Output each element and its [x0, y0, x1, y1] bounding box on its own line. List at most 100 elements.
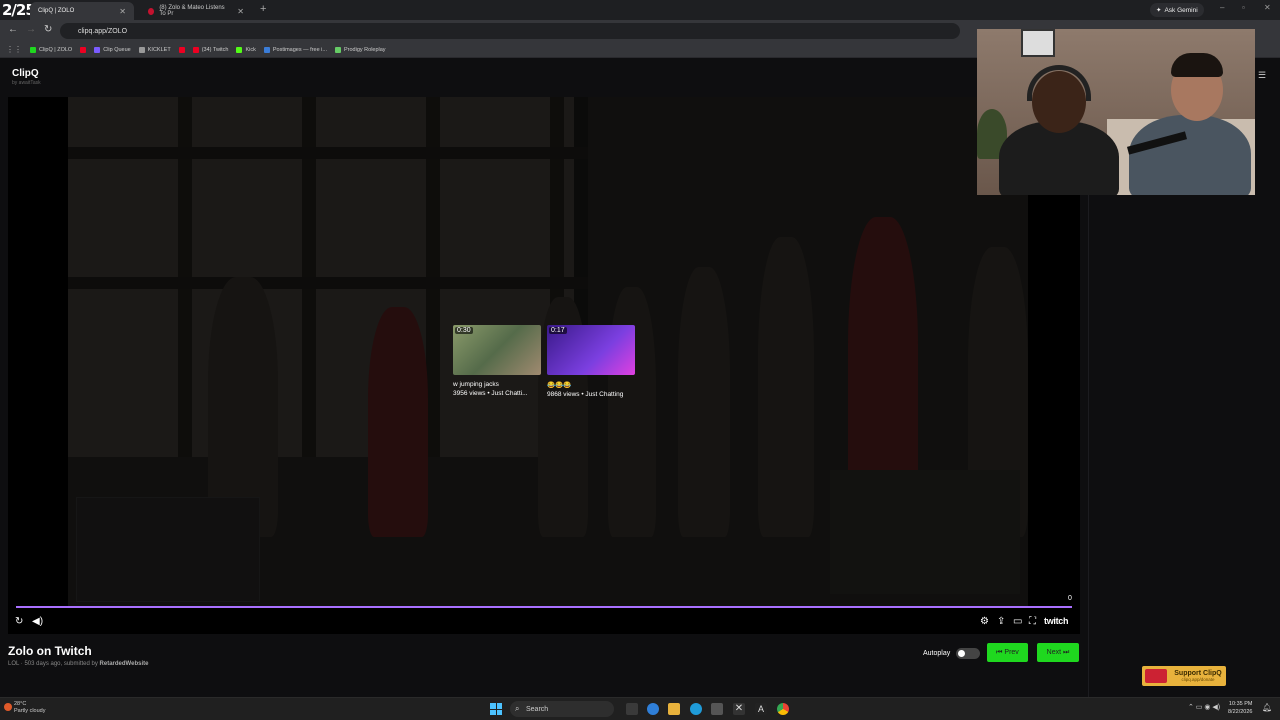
youtube-icon: [80, 46, 87, 53]
forward-icon[interactable]: →: [26, 24, 36, 35]
clip-category: LOL: [8, 661, 20, 667]
autoplay-toggle[interactable]: [956, 648, 981, 659]
youtube-icon: [148, 7, 155, 15]
recommendation-title[interactable]: 😂😂😂: [547, 381, 635, 389]
font-app-icon[interactable]: A: [755, 703, 767, 715]
ask-gemini-button[interactable]: ✦ Ask Gemini: [1150, 3, 1204, 17]
youtube-icon: [178, 46, 185, 53]
gemini-icon: ✦: [1156, 7, 1162, 14]
clock-date: 8/22/2026: [1228, 709, 1253, 715]
clip-meta: LOL · 503 days ago, submitted by Retarde…: [8, 661, 149, 667]
back-icon[interactable]: ←: [8, 24, 18, 35]
browser-tab-bar: 2/25 ClipQ | ZOLO ✕ (8) Zolo & Mateo Lis…: [0, 0, 1280, 20]
bookmark-label: Clip Queue: [103, 46, 131, 53]
recommendation-meta: 9868 views • Just Chatting: [547, 391, 624, 398]
duration-badge: 0:17: [549, 327, 567, 334]
dim-overlay: [8, 97, 1080, 634]
bookmark-clipq[interactable]: ClipQ | ZOLO: [30, 46, 72, 53]
replay-icon[interactable]: ↻: [15, 616, 23, 627]
support-url: clipq.app/donate: [1181, 677, 1215, 682]
bookmark-label: Prodigy Roleplay: [343, 46, 386, 53]
maximize-icon[interactable]: ▫: [1242, 3, 1245, 12]
file-explorer-icon[interactable]: [668, 703, 680, 715]
prev-button[interactable]: ⏮ Prev: [987, 643, 1028, 662]
apps-grid-icon[interactable]: ⋮⋮: [6, 45, 22, 54]
tab-clipq[interactable]: ClipQ | ZOLO ✕: [30, 2, 134, 20]
autoplay-control: Autoplay: [923, 648, 981, 659]
progress-bar[interactable]: [16, 606, 1072, 608]
recommendation-card[interactable]: 0:17 😂😂😂 9868 views • Just Chatting: [547, 325, 635, 398]
twitch-logo[interactable]: twitch: [1044, 616, 1069, 626]
url-text: clipq.app/ZOLO: [78, 27, 128, 35]
task-view-icon[interactable]: [626, 703, 638, 715]
bookmark-postimages[interactable]: Postimages — free i...: [263, 46, 327, 53]
duration-badge: 0:30: [455, 327, 473, 334]
volume-icon[interactable]: ◀): [32, 616, 43, 627]
settings-sliders-icon[interactable]: ☰: [1258, 70, 1266, 81]
edge-icon[interactable]: [690, 703, 702, 715]
system-clock[interactable]: 10:35 PM 8/22/2026: [1228, 700, 1252, 716]
prodigy-icon: [334, 46, 341, 53]
share-icon[interactable]: ⇪: [997, 616, 1005, 627]
recommendation-title[interactable]: w jumping jacks: [453, 381, 541, 388]
recommendation-thumbnail[interactable]: 0:30: [453, 325, 541, 375]
close-tab-icon[interactable]: ✕: [237, 7, 244, 16]
system-tray[interactable]: ⌃ ▭ ◉ ◀): [1188, 703, 1220, 711]
tab-youtube[interactable]: (8) Zolo & Mateo Listens To Pr ✕: [140, 2, 252, 20]
new-tab-button[interactable]: +: [260, 3, 266, 15]
app-byline: by awaitTask: [12, 80, 41, 86]
weather-desc: Partly cloudy: [14, 708, 46, 714]
theater-icon[interactable]: ▭: [1013, 616, 1022, 627]
support-clipq-button[interactable]: Support ClipQ clipq.app/donate: [1142, 666, 1226, 686]
weather-widget[interactable]: 28°C Partly cloudy: [4, 701, 46, 715]
chrome-icon[interactable]: [777, 703, 789, 715]
recommendation-meta: 3956 views • Just Chatti...: [453, 390, 528, 397]
copilot-icon[interactable]: [647, 703, 659, 715]
tab-label: ClipQ | ZOLO: [38, 8, 75, 14]
ask-gemini-label: Ask Gemini: [1164, 6, 1198, 14]
search-placeholder: Search: [526, 705, 549, 713]
guest-body: [1129, 115, 1251, 195]
weather-icon: [4, 703, 12, 711]
x-app-icon[interactable]: ✕: [733, 703, 745, 715]
next-button[interactable]: Next ⏭: [1037, 643, 1079, 662]
autoplay-label: Autoplay: [923, 650, 951, 657]
app-logo[interactable]: ClipQ: [12, 68, 39, 79]
os-taskbar: 28°C Partly cloudy ⌕ Search ✕ A ⌃ ▭ ◉ ◀)…: [0, 697, 1280, 720]
view-counter: 0: [1068, 595, 1072, 602]
bookmark-clip-queue[interactable]: Clip Queue: [94, 46, 131, 53]
settings-icon[interactable]: ⚙: [980, 616, 989, 627]
close-window-icon[interactable]: ✕: [1264, 3, 1271, 12]
store-icon[interactable]: [711, 703, 723, 715]
video-player[interactable]: 0:30 w jumping jacks 3956 views • Just C…: [8, 97, 1080, 634]
reload-icon[interactable]: ↻: [44, 24, 52, 35]
bookmark-youtube-2[interactable]: [178, 46, 185, 53]
bookmark-kicklet[interactable]: KICKLET: [138, 46, 171, 53]
donate-icon: [1145, 669, 1167, 683]
fullscreen-icon[interactable]: ⛶: [1029, 616, 1036, 627]
bookmark-label: KICKLET: [147, 46, 171, 53]
clip-submitter[interactable]: RetardedWebsite: [100, 661, 149, 667]
taskbar-search[interactable]: ⌕ Search: [510, 701, 614, 717]
bookmark-youtube[interactable]: [80, 46, 87, 53]
close-tab-icon[interactable]: ✕: [119, 7, 126, 16]
recommendation-card[interactable]: 0:30 w jumping jacks 3956 views • Just C…: [453, 325, 541, 397]
kicklet-icon: [138, 46, 145, 53]
clip-title: Zolo on Twitch: [8, 644, 92, 658]
minimize-icon[interactable]: –: [1220, 3, 1224, 12]
notification-bell-icon[interactable]: 🔔︎: [1262, 703, 1272, 712]
bookmark-kick[interactable]: Kick: [236, 46, 256, 53]
youtube-icon: [192, 46, 199, 53]
bookmark-label: (34) Twitch: [201, 46, 229, 53]
search-icon: ⌕: [515, 704, 520, 713]
bookmark-twitch[interactable]: (34) Twitch: [192, 46, 229, 53]
bookmark-prodigy[interactable]: Prodigy Roleplay: [334, 46, 386, 53]
kick-icon: [236, 46, 243, 53]
wall-frame: [1021, 29, 1055, 57]
guest-hair: [1171, 53, 1223, 77]
recommendation-thumbnail[interactable]: 0:17: [547, 325, 635, 375]
windows-start-icon[interactable]: [490, 703, 502, 715]
support-label: Support ClipQ: [1174, 670, 1222, 677]
url-field[interactable]: clipq.app/ZOLO: [60, 23, 960, 39]
clipq-icon: [30, 46, 36, 53]
